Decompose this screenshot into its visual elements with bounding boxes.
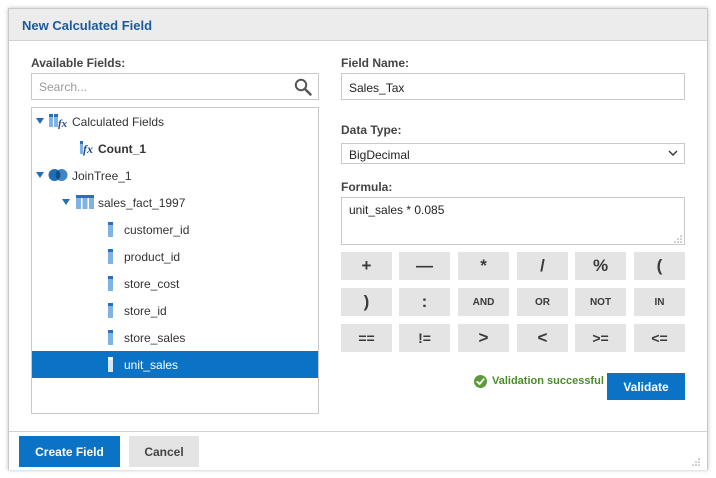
operator-equals-button[interactable]: == <box>341 324 392 352</box>
create-field-button[interactable]: Create Field <box>19 436 120 467</box>
join-icon <box>48 169 68 181</box>
dialog-resize-grip-icon[interactable] <box>692 458 700 466</box>
formula-textarea[interactable]: unit_sales * 0.085 <box>341 197 685 245</box>
resize-grip-icon[interactable] <box>674 235 682 243</box>
available-fields-label: Available Fields: <box>31 56 126 70</box>
field-search-box <box>31 73 319 100</box>
field-search-input[interactable] <box>32 74 287 99</box>
tree-node-field[interactable]: store_sales <box>32 324 318 351</box>
validate-button[interactable]: Validate <box>607 373 685 400</box>
formula-label: Formula: <box>341 180 393 194</box>
operator-not-equals-button[interactable]: != <box>399 324 450 352</box>
tree-node-jointree[interactable]: JoinTree_1 <box>32 162 318 189</box>
field-icon <box>108 303 113 318</box>
cancel-button[interactable]: Cancel <box>129 436 199 467</box>
fields-tree: fx Calculated Fields fx Count_1 JoinTree… <box>31 107 319 414</box>
operator-multiply-button[interactable]: * <box>458 252 509 280</box>
tree-label: unit_sales <box>124 358 179 372</box>
operator-modulo-button[interactable]: % <box>575 252 626 280</box>
operator-minus-button[interactable]: — <box>399 252 450 280</box>
svg-text:fx: fx <box>58 118 68 129</box>
operator-greater-equal-button[interactable]: >= <box>575 324 626 352</box>
tree-node-table[interactable]: sales_fact_1997 <box>32 189 318 216</box>
operator-less-button[interactable]: < <box>517 324 568 352</box>
operator-and-button[interactable]: AND <box>458 288 509 316</box>
tree-label: Count_1 <box>98 142 146 156</box>
tree-label: JoinTree_1 <box>72 169 132 183</box>
table-icon <box>76 195 94 209</box>
field-name-input[interactable]: Sales_Tax <box>341 73 685 100</box>
field-icon <box>108 357 113 372</box>
dialog-title: New Calculated Field <box>22 18 153 33</box>
tree-label: store_sales <box>124 331 186 345</box>
tree-label: sales_fact_1997 <box>98 196 186 210</box>
data-type-value: BigDecimal <box>349 148 410 162</box>
operator-less-equal-button[interactable]: <= <box>634 324 685 352</box>
data-type-label: Data Type: <box>341 123 402 137</box>
operator-colon-button[interactable]: : <box>399 288 450 316</box>
dialog-footer: Create Field Cancel <box>9 431 707 470</box>
validation-status-text: Validation successful <box>492 375 604 387</box>
tree-node-calculated-fields[interactable]: fx Calculated Fields <box>32 108 318 135</box>
field-name-value: Sales_Tax <box>349 81 405 95</box>
tree-node-field-selected[interactable]: unit_sales <box>32 351 318 378</box>
tree-label: customer_id <box>124 223 190 237</box>
operator-open-paren-button[interactable]: ( <box>634 252 685 280</box>
operator-not-button[interactable]: NOT <box>575 288 626 316</box>
data-type-select[interactable]: BigDecimal <box>341 143 685 164</box>
calculated-fields-icon: fx <box>49 114 68 129</box>
validation-status: Validation successful <box>474 373 604 389</box>
operator-or-button[interactable]: OR <box>517 288 568 316</box>
tree-node-field[interactable]: customer_id <box>32 216 318 243</box>
field-icon <box>108 249 113 264</box>
operator-divide-button[interactable]: / <box>517 252 568 280</box>
tree-node-count-1[interactable]: fx Count_1 <box>32 135 318 162</box>
search-icon[interactable] <box>294 78 312 96</box>
chevron-down-icon <box>668 150 678 156</box>
function-icon: fx <box>80 141 93 156</box>
expand-caret-icon[interactable] <box>36 172 44 178</box>
expand-caret-icon[interactable] <box>62 199 70 205</box>
operator-plus-button[interactable]: + <box>341 252 392 280</box>
tree-label: product_id <box>124 250 181 264</box>
tree-label: store_id <box>124 304 167 318</box>
operator-in-button[interactable]: IN <box>634 288 685 316</box>
field-icon <box>108 276 113 291</box>
tree-node-field[interactable]: store_cost <box>32 270 318 297</box>
operator-close-paren-button[interactable]: ) <box>341 288 392 316</box>
tree-label: store_cost <box>124 277 180 291</box>
operator-greater-button[interactable]: > <box>458 324 509 352</box>
field-name-label: Field Name: <box>341 56 410 70</box>
tree-node-field[interactable]: store_id <box>32 297 318 324</box>
tree-node-field[interactable]: product_id <box>32 243 318 270</box>
field-icon <box>108 330 113 345</box>
dialog-titlebar[interactable]: New Calculated Field <box>9 9 707 41</box>
expand-caret-icon[interactable] <box>36 118 44 124</box>
svg-text:fx: fx <box>83 142 93 156</box>
tree-label: Calculated Fields <box>72 115 165 129</box>
check-circle-icon <box>474 374 487 388</box>
new-calculated-field-dialog: New Calculated Field Available Fields: f… <box>8 8 708 470</box>
field-icon <box>108 222 113 237</box>
